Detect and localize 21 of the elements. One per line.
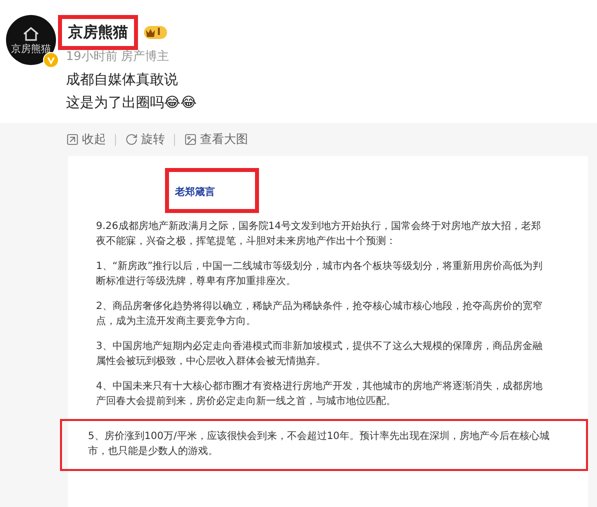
post-meta: 19小时前 房产博主 bbox=[66, 48, 170, 65]
collapse-button[interactable]: 收起 bbox=[66, 131, 106, 148]
collapse-icon bbox=[66, 133, 79, 146]
avatar-logo-text: 京房熊猫 bbox=[11, 44, 51, 54]
document-paragraph: 2、商品房奢侈化趋势将得以确立，稀缺产品为稀缺条件，抢夺核心城市核心地段，抢夺高房价的宽窄点，成为主流开发商主要竞争方向。 bbox=[96, 300, 544, 329]
rotate-button[interactable]: 旋转 bbox=[125, 131, 165, 148]
document-paragraph: 3、中国房地产短期内必定走向香港模式而非新加坡模式，提供不了这么大规模的保障房，商品房金融属性会被玩到极致，中心层收入群体会被无情抛弃。 bbox=[96, 340, 544, 369]
level-badge: I bbox=[144, 26, 167, 39]
author-name[interactable]: 京房熊猫 bbox=[58, 15, 138, 50]
rotate-icon bbox=[125, 133, 138, 146]
document-title: 老郑箴言 bbox=[175, 187, 215, 198]
document-paragraph: 5、房价涨到100万/平米，应该很快会到来，不会超过10年。预计率先出现在深圳，房地产今后在核心城市，也只能是少数人的游戏。 bbox=[88, 430, 551, 459]
avatar[interactable]: 京房熊猫 bbox=[6, 15, 56, 65]
document-paragraph: 4、中国未来只有十大核心都市圈才有资格进行房地产开发，其他城市的房地产将逐渐消失，成都房地产回春大会提前到来，房价必定走向新一线之首，与城市地位匹配。 bbox=[96, 380, 544, 409]
document-paragraph: 1、“新房政”推行以后，中国一二线城市等级划分，城市内各个板块等级划分，将重新用房价高低为判断标准进行等级洗牌，尊卑有序加重排座次。 bbox=[96, 260, 544, 289]
post-text: 这是为了出圈吗😂😂 bbox=[66, 94, 198, 113]
image-icon bbox=[184, 133, 197, 146]
document-paragraph: 9.26成都房地产新政满月之际，国务院14号文发到地方开始执行，国常会终于对房地产放大招，老郑夜不能寐，兴奋之极，挥笔提笔，斗胆对未来房地产作出十个预测： bbox=[96, 220, 542, 249]
post-text: 成都自媒体真敢说 bbox=[66, 71, 179, 90]
house-icon bbox=[22, 26, 40, 42]
view-button[interactable]: 查看大图 bbox=[184, 131, 248, 148]
